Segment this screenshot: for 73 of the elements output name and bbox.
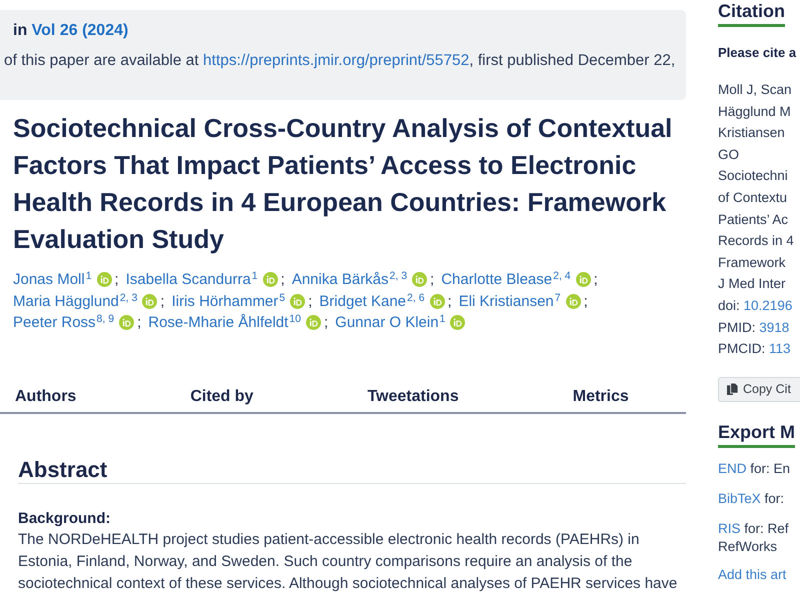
reference-line: Framework [718, 254, 787, 272]
author-link[interactable]: Bridget Kane$^{2, 6}$ [319, 290, 425, 312]
identifier-line: doi: 10.2196 [718, 296, 794, 315]
export-description: for: [764, 490, 784, 506]
author-separator: ; [160, 292, 165, 312]
identifier-line: PMCID: 113 [718, 340, 792, 358]
id-icon[interactable] [142, 294, 158, 309]
preprint-link[interactable]: https://preprints.jmir.org/preprint/55752 [203, 52, 470, 69]
reference-line: Hägglund M [718, 102, 792, 121]
author-link[interactable]: Isabella Scandurra$^{1}$ [126, 269, 258, 290]
reference-line: Sociotechni [718, 167, 789, 186]
sidebar-heading: Citation [718, 0, 785, 27]
id-icon[interactable] [119, 315, 134, 330]
id-icon[interactable] [96, 272, 112, 288]
sidebar-heading: Export M [718, 420, 796, 448]
id-icon[interactable] [290, 294, 306, 309]
id-icon[interactable] [412, 272, 428, 288]
author-link[interactable]: Jonas Moll$^{1}$ [13, 269, 92, 290]
tab[interactable]: Authors [15, 386, 76, 406]
article-title: Sociotechnical Cross-Country Analysis of Contextual Factors That Impact Patients’ Access to Electronic Health Records in 4 European Countries: Framework Evaluation Study [13, 112, 674, 256]
reference-line: Records in 4 [718, 232, 795, 250]
export-format-link[interactable]: END [718, 460, 747, 476]
id-icon[interactable] [450, 315, 466, 330]
section-heading: Abstract [18, 456, 108, 482]
author-separator: ; [114, 270, 119, 290]
export-format-link[interactable]: BibTeX [718, 490, 761, 506]
id-icon[interactable] [306, 315, 321, 330]
abstract-paragraph: The NORDeHEALTH project studies patient-accessible electronic health records (PAEHRs) in Estonia, Finland, Norway, and Sweden. Such country comparisons require an analysis of the sociotechnical context of these services. Although sociotechnical analyses of PAEHR services have [18, 530, 678, 594]
export-description: for: En [750, 460, 790, 476]
reference-line: Patients’ Ac [718, 210, 790, 229]
tab[interactable]: Tweetations [367, 386, 459, 406]
reference-line: Kristiansen [718, 124, 786, 142]
author-link[interactable]: Peeter Ross$^{8, 9}$ [13, 312, 114, 334]
volume-link[interactable]: Vol 26 (2024) [32, 22, 128, 39]
reference-line: GO [718, 146, 740, 164]
id-icon[interactable] [262, 272, 278, 288]
copy-icon [727, 383, 738, 396]
tab[interactable]: Cited by [190, 386, 254, 406]
author-link[interactable]: Eli Kristiansen$^{7}$ [458, 290, 561, 312]
publication-line: in Vol 26 (2024) [13, 21, 130, 41]
author-separator: ; [280, 270, 285, 290]
author-separator: ; [324, 313, 328, 333]
identifier-line: PMID: 3918 [718, 318, 790, 337]
id-icon[interactable] [576, 272, 591, 288]
identifier-link[interactable]: 113 [769, 341, 791, 356]
author-separator: ; [584, 292, 588, 312]
author-separator: ; [594, 270, 598, 290]
export-description: RefWorks [718, 538, 778, 556]
id-icon[interactable] [430, 294, 445, 309]
export-format-link[interactable]: RIS [718, 520, 741, 536]
identifier-link[interactable]: 10.2196 [744, 298, 792, 313]
reference-line: of Contextu [718, 188, 788, 207]
author-link[interactable]: Gunnar O Klein$^{1}$ [335, 312, 446, 334]
subsection-heading: Background: [18, 508, 112, 528]
author-separator: ; [137, 313, 142, 333]
export-description: for: Ref [744, 520, 789, 536]
reference-line: Moll J, Scan [718, 81, 793, 99]
add-to-link[interactable]: Add this art [718, 566, 800, 584]
author-separator: ; [430, 270, 434, 290]
preprint-notice: of this paper are available at https://preprints.jmir.org/preprint/55752, first published December 22, [4, 51, 676, 71]
author-link[interactable]: Maria Hägglund$^{2, 3}$ [13, 290, 138, 312]
copy-citation-button[interactable]: Copy Cit [718, 376, 800, 402]
citation-instruction: Please cite a [718, 44, 798, 62]
reference-line: J Med Inter [718, 275, 787, 294]
identifier-link[interactable]: 3918 [759, 320, 790, 335]
id-icon[interactable] [566, 294, 581, 309]
author-separator: ; [308, 292, 312, 312]
author-link[interactable]: Rose-Mharie Åhlfeldt$^{10}$ [148, 312, 301, 334]
tab[interactable]: Metrics [572, 386, 629, 406]
author-separator: ; [448, 292, 452, 312]
author-link[interactable]: Charlotte Blease$^{2, 4}$ [441, 269, 571, 290]
author-link[interactable]: Iiris Hörhammer$^{5}$ [172, 290, 286, 312]
author-link[interactable]: Annika Bärkås$^{2, 3}$ [292, 269, 408, 290]
